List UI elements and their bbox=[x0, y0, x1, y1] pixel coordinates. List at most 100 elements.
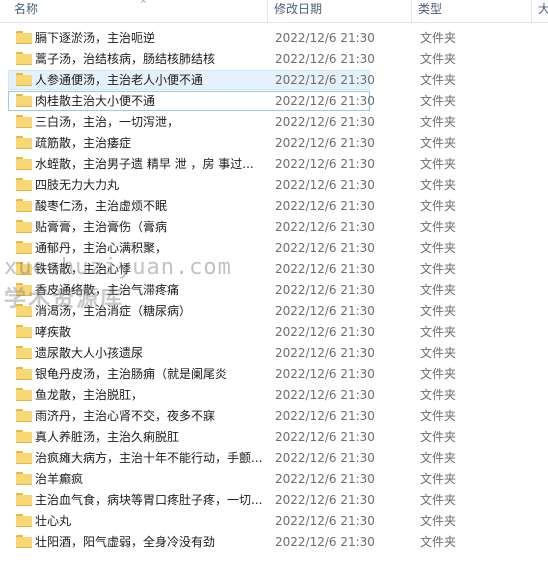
modified-date: 2022/12/6 21:30 bbox=[275, 157, 375, 171]
folder-icon bbox=[16, 94, 32, 107]
modified-date: 2022/12/6 21:30 bbox=[275, 451, 375, 465]
item-type: 文件夹 bbox=[420, 73, 457, 87]
folder-icon bbox=[16, 262, 32, 275]
folder-name: 真人养脏汤，主治久痢脱肛 bbox=[35, 430, 180, 444]
folder-row[interactable]: 香皮通络散，主治气滞疼痛 2022/12/6 21:30 文件夹 bbox=[0, 280, 548, 301]
folder-icon bbox=[16, 157, 32, 170]
modified-date: 2022/12/6 21:30 bbox=[275, 514, 375, 528]
folder-row[interactable]: 雨济丹，主治心肾不交，夜多不寐 2022/12/6 21:30 文件夹 bbox=[0, 406, 548, 427]
modified-date: 2022/12/6 21:30 bbox=[275, 535, 375, 549]
modified-date: 2022/12/6 21:30 bbox=[275, 493, 375, 507]
modified-date: 2022/12/6 21:30 bbox=[275, 304, 375, 318]
folder-row[interactable]: 鱼龙散，主治脱肛， 2022/12/6 21:30 文件夹 bbox=[0, 385, 548, 406]
folder-icon bbox=[16, 493, 32, 506]
modified-date: 2022/12/6 21:30 bbox=[275, 325, 375, 339]
folder-name: 治羊癫疯 bbox=[35, 472, 84, 486]
item-type: 文件夹 bbox=[420, 52, 457, 66]
modified-date: 2022/12/6 21:30 bbox=[275, 283, 375, 297]
folder-icon bbox=[16, 136, 32, 149]
item-type: 文件夹 bbox=[420, 388, 457, 402]
item-type: 文件夹 bbox=[420, 493, 457, 507]
folder-icon bbox=[16, 325, 32, 338]
folder-name: 消渴汤，主治消症（糖尿病） bbox=[35, 304, 192, 318]
folder-icon bbox=[16, 388, 32, 401]
modified-date: 2022/12/6 21:30 bbox=[275, 430, 375, 444]
folder-row[interactable]: 水蛭散，主治男子遗 精早 泄 ，房 事过... 2022/12/6 21:30 文件… bbox=[0, 154, 548, 175]
modified-date: 2022/12/6 21:30 bbox=[275, 31, 375, 45]
column-header-size[interactable]: 大 bbox=[534, 0, 548, 22]
folder-row[interactable]: 铁锈散，主治心悸 2022/12/6 21:30 文件夹 bbox=[0, 259, 548, 280]
folder-row[interactable]: 蒿子汤，治结核病，肠结核肺结核 2022/12/6 21:30 文件夹 bbox=[0, 49, 548, 70]
folder-row[interactable]: 三白汤，主治，一切泻泄， 2022/12/6 21:30 文件夹 bbox=[0, 112, 548, 133]
folder-name: 鱼龙散，主治脱肛， bbox=[35, 388, 144, 402]
folder-icon bbox=[16, 409, 32, 422]
folder-row[interactable]: 哮疾散 2022/12/6 21:30 文件夹 bbox=[0, 322, 548, 343]
column-header-bar: ^ 名称 修改日期 类型 大 bbox=[0, 0, 548, 23]
folder-row[interactable]: 真人养脏汤，主治久痢脱肛 2022/12/6 21:30 文件夹 bbox=[0, 427, 548, 448]
folder-row[interactable]: 膈下逐淤汤，主治呃逆 2022/12/6 21:30 文件夹 bbox=[0, 28, 548, 49]
column-header-type[interactable]: 类型 bbox=[414, 0, 532, 22]
folder-icon bbox=[16, 283, 32, 296]
modified-date: 2022/12/6 21:30 bbox=[275, 73, 375, 87]
folder-icon bbox=[16, 241, 32, 254]
modified-date: 2022/12/6 21:30 bbox=[275, 220, 375, 234]
folder-row[interactable]: 消渴汤，主治消症（糖尿病） 2022/12/6 21:30 文件夹 bbox=[0, 301, 548, 322]
folder-name: 壮心丸 bbox=[35, 514, 72, 528]
folder-row[interactable]: 治疯瘫大病方，主治十年不能行动，手颤... 2022/12/6 21:30 文件夹 bbox=[0, 448, 548, 469]
column-header-date[interactable]: 修改日期 bbox=[270, 0, 412, 22]
folder-row[interactable]: 贴膏膏，主治膏伤（膏病 2022/12/6 21:30 文件夹 bbox=[0, 217, 548, 238]
folder-row[interactable]: 治羊癫疯 2022/12/6 21:30 文件夹 bbox=[0, 469, 548, 490]
item-type: 文件夹 bbox=[420, 535, 457, 549]
folder-row[interactable]: 主治血气食，病块等胃口疼肚子疼，一切... 2022/12/6 21:30 文件夹 bbox=[0, 490, 548, 511]
modified-date: 2022/12/6 21:30 bbox=[275, 178, 375, 192]
item-type: 文件夹 bbox=[420, 262, 457, 276]
item-type: 文件夹 bbox=[420, 178, 457, 192]
folder-row[interactable]: 酸枣仁汤，主治虚烦不眠 2022/12/6 21:30 文件夹 bbox=[0, 196, 548, 217]
modified-date: 2022/12/6 21:30 bbox=[275, 52, 375, 66]
folder-name: 主治血气食，病块等胃口疼肚子疼，一切... bbox=[35, 493, 263, 507]
folder-row[interactable]: 壮心丸 2022/12/6 21:30 文件夹 bbox=[0, 511, 548, 532]
modified-date: 2022/12/6 21:30 bbox=[275, 136, 375, 150]
folder-row[interactable]: 人参通便汤，主治老人小便不通 2022/12/6 21:30 文件夹 bbox=[0, 70, 548, 91]
folder-icon bbox=[16, 535, 32, 548]
folder-row[interactable]: 遗尿散大人小孩遗尿 2022/12/6 21:30 文件夹 bbox=[0, 343, 548, 364]
folder-row[interactable]: 疏筋散，主治痿症 2022/12/6 21:30 文件夹 bbox=[0, 133, 548, 154]
item-type: 文件夹 bbox=[420, 115, 457, 129]
folder-icon bbox=[16, 52, 32, 65]
item-type: 文件夹 bbox=[420, 472, 457, 486]
modified-date: 2022/12/6 21:30 bbox=[275, 388, 375, 402]
folder-icon bbox=[16, 472, 32, 485]
folder-row[interactable]: 壮阳酒，阳气虚弱，全身冷没有劲 2022/12/6 21:30 文件夹 bbox=[0, 532, 548, 553]
folder-name: 贴膏膏，主治膏伤（膏病 bbox=[35, 220, 168, 234]
modified-date: 2022/12/6 21:30 bbox=[275, 409, 375, 423]
column-header-name[interactable]: 名称 bbox=[0, 0, 268, 22]
item-type: 文件夹 bbox=[420, 157, 457, 171]
folder-name: 遗尿散大人小孩遗尿 bbox=[35, 346, 144, 360]
folder-icon bbox=[16, 367, 32, 380]
item-type: 文件夹 bbox=[420, 367, 457, 381]
item-type: 文件夹 bbox=[420, 136, 457, 150]
modified-date: 2022/12/6 21:30 bbox=[275, 472, 375, 486]
item-type: 文件夹 bbox=[420, 346, 457, 360]
folder-name: 香皮通络散，主治气滞疼痛 bbox=[35, 283, 180, 297]
folder-row[interactable]: 四肢无力大力丸 2022/12/6 21:30 文件夹 bbox=[0, 175, 548, 196]
folder-name: 通郁丹，主治心满积聚， bbox=[35, 241, 168, 255]
folder-name: 疏筋散，主治痿症 bbox=[35, 136, 132, 150]
folder-icon bbox=[16, 451, 32, 464]
folder-name: 银龟丹皮汤，主治肠痈（就是阑尾炎 bbox=[35, 367, 228, 381]
folder-name: 壮阳酒，阳气虚弱，全身冷没有劲 bbox=[35, 535, 216, 549]
folder-icon bbox=[16, 199, 32, 212]
folder-row[interactable]: 肉桂散主治大小便不通 2022/12/6 21:30 文件夹 bbox=[0, 91, 548, 112]
item-type: 文件夹 bbox=[420, 514, 457, 528]
folder-name: 治疯瘫大病方，主治十年不能行动，手颤... bbox=[35, 451, 263, 465]
folder-icon bbox=[16, 31, 32, 44]
folder-row[interactable]: 银龟丹皮汤，主治肠痈（就是阑尾炎 2022/12/6 21:30 文件夹 bbox=[0, 364, 548, 385]
folder-row[interactable]: 通郁丹，主治心满积聚， 2022/12/6 21:30 文件夹 bbox=[0, 238, 548, 259]
folder-name: 膈下逐淤汤，主治呃逆 bbox=[35, 31, 156, 45]
folder-name: 酸枣仁汤，主治虚烦不眠 bbox=[35, 199, 168, 213]
folder-icon bbox=[16, 304, 32, 317]
folder-name: 三白汤，主治，一切泻泄， bbox=[35, 115, 180, 129]
item-type: 文件夹 bbox=[420, 409, 457, 423]
folder-name: 蒿子汤，治结核病，肠结核肺结核 bbox=[35, 52, 216, 66]
item-type: 文件夹 bbox=[420, 220, 457, 234]
